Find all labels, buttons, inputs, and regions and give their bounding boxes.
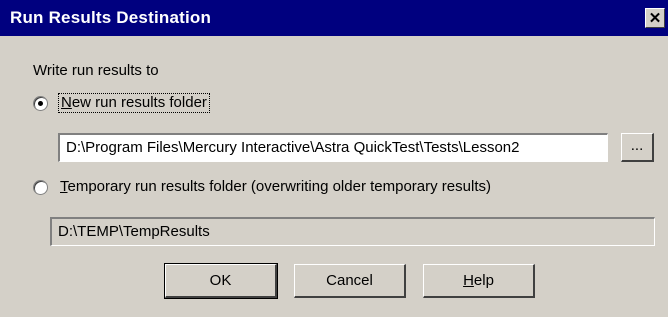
cancel-button[interactable]: Cancel [294, 264, 406, 298]
title-bar[interactable]: Run Results Destination ✕ [0, 0, 668, 36]
new-folder-path-input[interactable]: D:\Program Files\Mercury Interactive\Ast… [58, 133, 608, 162]
section-label: Write run results to [33, 62, 159, 79]
browse-button[interactable]: ... [621, 133, 654, 162]
help-button[interactable]: Help [423, 264, 535, 298]
window-title: Run Results Destination [10, 8, 212, 27]
new-folder-label-rest: ew run results folder [71, 94, 207, 111]
temp-folder-label[interactable]: Temporary run results folder (overwritin… [60, 178, 491, 195]
new-folder-label[interactable]: New run results folder [58, 93, 210, 113]
new-folder-radio[interactable] [33, 96, 48, 111]
close-icon: ✕ [648, 9, 662, 27]
run-results-destination-dialog: Run Results Destination ✕ Write run resu… [0, 0, 668, 317]
temp-folder-radio[interactable] [33, 180, 48, 195]
temp-folder-path-input: D:\TEMP\TempResults [50, 217, 655, 246]
new-folder-hotkey: N [61, 94, 72, 111]
temp-folder-hotkey: T [60, 178, 68, 195]
help-hotkey: H [463, 272, 474, 289]
ok-button[interactable]: OK [164, 263, 278, 299]
temp-folder-label-rest: emporary run results folder (overwriting… [67, 178, 491, 195]
help-label-rest: elp [473, 272, 494, 289]
close-button[interactable]: ✕ [645, 8, 665, 28]
